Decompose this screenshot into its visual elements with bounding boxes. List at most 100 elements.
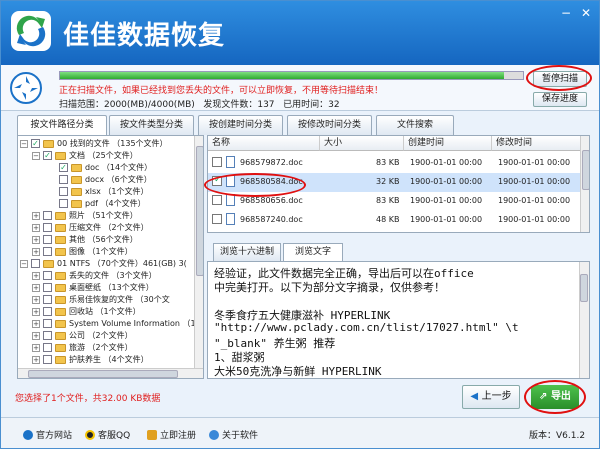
- tree-checkbox[interactable]: [43, 211, 52, 220]
- file-size: 48 KB: [376, 215, 400, 224]
- file-checkbox[interactable]: [212, 214, 222, 224]
- tab-by-path[interactable]: 按文件路径分类: [17, 115, 107, 136]
- scan-progress-fill: [60, 72, 505, 79]
- expand-icon[interactable]: +: [32, 296, 40, 304]
- tab-by-type[interactable]: 按文件类型分类: [109, 115, 194, 135]
- official-site-link[interactable]: 官方网站: [23, 428, 72, 441]
- tab-hex-preview[interactable]: 浏览十六进制: [213, 243, 281, 261]
- tree-checkbox[interactable]: [59, 175, 68, 184]
- filelist-scrollbar[interactable]: [580, 136, 589, 232]
- tree-node[interactable]: pdf （4个文件）: [18, 198, 196, 210]
- app-logo-icon: [11, 11, 51, 51]
- collapse-icon[interactable]: −: [20, 260, 28, 268]
- tree-checkbox[interactable]: [31, 259, 40, 268]
- column-modified[interactable]: 修改时间: [492, 136, 582, 151]
- tree-node[interactable]: + 桌面壁纸 （13个文件）: [18, 282, 196, 294]
- scroll-thumb[interactable]: [196, 146, 203, 276]
- tree-checkbox[interactable]: [43, 295, 52, 304]
- column-name[interactable]: 名称: [208, 136, 320, 151]
- tree-node[interactable]: + 公司 （2个文件）: [18, 330, 196, 342]
- expand-icon[interactable]: +: [32, 308, 40, 316]
- expand-icon[interactable]: +: [32, 212, 40, 220]
- tree-node[interactable]: − 01 NTFS （70个文件）461(GB) 3(: [18, 258, 196, 270]
- expand-icon[interactable]: +: [32, 236, 40, 244]
- tree-checkbox[interactable]: [43, 355, 52, 364]
- tree-node[interactable]: + 回收站 （1个文件）: [18, 306, 196, 318]
- export-highlight-ring: [524, 380, 586, 414]
- app-title: 佳佳数据恢复: [63, 21, 226, 51]
- hscroll-thumb[interactable]: [28, 370, 178, 378]
- expand-icon[interactable]: +: [32, 344, 40, 352]
- tree-node[interactable]: + 照片 （51个文件）: [18, 210, 196, 222]
- tree-node[interactable]: xlsx （1个文件）: [18, 186, 196, 198]
- file-row[interactable]: 968579872.doc 83 KB 1900-01-01 00:00 1900-0…: [208, 154, 580, 173]
- about-link[interactable]: 关于软件: [209, 428, 258, 441]
- tree-node[interactable]: − ✓ 文档 （25个文件）: [18, 150, 196, 162]
- expand-icon[interactable]: +: [32, 356, 40, 364]
- expand-icon[interactable]: +: [32, 224, 40, 232]
- tree-checkbox[interactable]: [43, 343, 52, 352]
- tree-checkbox[interactable]: ✓: [43, 151, 52, 160]
- tree-node[interactable]: + 护肤养生 （4个文件）: [18, 354, 196, 366]
- save-progress-button[interactable]: 保存进度: [533, 92, 587, 107]
- tree-checkbox[interactable]: [59, 187, 68, 196]
- tree-node[interactable]: + 其他 （56个文件）: [18, 234, 196, 246]
- collapse-icon[interactable]: −: [32, 152, 40, 160]
- tree-node[interactable]: ✓ doc （14个文件）: [18, 162, 196, 174]
- preview-line: 中完美打开。以下为部分文字摘录，仅供参考！: [214, 281, 445, 294]
- preview-text: 经验证，此文件数据完全正确，导出后可以在office 中完美打开。以下为部分文字摘…: [207, 261, 590, 379]
- tree-checkbox[interactable]: [43, 283, 52, 292]
- file-checkbox[interactable]: [212, 157, 222, 167]
- tree-checkbox[interactable]: [43, 271, 52, 280]
- version-info: 版本：V6.1.2: [529, 428, 585, 441]
- register-link[interactable]: 立即注册: [147, 428, 196, 441]
- tree-node[interactable]: + 乐易佳恢复的文件 （30个文: [18, 294, 196, 306]
- filelist-scroll-thumb[interactable]: [582, 150, 589, 190]
- tree-horizontal-scrollbar[interactable]: [18, 368, 203, 378]
- column-created[interactable]: 创建时间: [404, 136, 492, 151]
- tree-checkbox[interactable]: [43, 319, 52, 328]
- collapse-icon[interactable]: −: [20, 140, 28, 148]
- tree-node[interactable]: − ✓ 00 找到的文件 （135个文件）: [18, 138, 196, 150]
- tree-checkbox[interactable]: ✓: [59, 163, 68, 172]
- file-row[interactable]: 968587240.doc 48 KB 1900-01-01 00:00 1900-0…: [208, 211, 580, 230]
- column-size[interactable]: 大小: [320, 136, 404, 151]
- tree-checkbox[interactable]: [43, 331, 52, 340]
- file-size: 83 KB: [376, 196, 400, 205]
- expand-icon[interactable]: +: [32, 284, 40, 292]
- app-window: 佳佳数据恢复 − ✕ 正在扫描文件，如果已经找到您丢失的文件，可以立即恢复，不用…: [0, 0, 600, 449]
- tree-node[interactable]: docx （6个文件）: [18, 174, 196, 186]
- folder-tree-panel: − ✓ 00 找到的文件 （135个文件） − ✓ 文档 （25个文件） ✓ doc （14个…: [17, 135, 204, 379]
- tree-checkbox[interactable]: [43, 307, 52, 316]
- expand-icon[interactable]: +: [32, 320, 40, 328]
- tree-node[interactable]: + 图像 （1个文件）: [18, 246, 196, 258]
- file-created: 1900-01-01 00:00: [410, 215, 483, 224]
- tree-node[interactable]: + 旅游 （2个文件）: [18, 342, 196, 354]
- tree-node[interactable]: + 丢失的文件 （3个文件）: [18, 270, 196, 282]
- file-checkbox[interactable]: [212, 195, 222, 205]
- tree-checkbox[interactable]: [43, 223, 52, 232]
- tree-checkbox[interactable]: ✓: [31, 139, 40, 148]
- minimize-icon[interactable]: −: [557, 5, 575, 21]
- previous-step-button[interactable]: ◀ 上一步: [462, 385, 520, 409]
- version-label: 版本：: [529, 431, 557, 441]
- tree-checkbox[interactable]: [43, 247, 52, 256]
- tab-by-created[interactable]: 按创建时间分类: [198, 115, 283, 135]
- tree-node-label: 旅游 （2个文件）: [69, 343, 133, 352]
- expand-icon[interactable]: +: [32, 272, 40, 280]
- expand-icon[interactable]: +: [32, 248, 40, 256]
- tab-file-search[interactable]: 文件搜索: [376, 115, 454, 135]
- close-icon[interactable]: ✕: [577, 5, 595, 21]
- tab-by-modified[interactable]: 按修改时间分类: [287, 115, 372, 135]
- support-qq-link[interactable]: 客服QQ: [85, 428, 130, 441]
- preview-scroll-thumb[interactable]: [580, 274, 588, 302]
- tree-node-label: docx （6个文件）: [85, 175, 152, 184]
- tree-checkbox[interactable]: [43, 235, 52, 244]
- preview-scrollbar[interactable]: [579, 262, 589, 378]
- tree-node[interactable]: + 压缩文件 （2个文件）: [18, 222, 196, 234]
- tab-text-preview[interactable]: 浏览文字: [283, 243, 343, 261]
- tree-node[interactable]: + System Volume Information （1: [18, 318, 196, 330]
- tree-checkbox[interactable]: [59, 199, 68, 208]
- expand-icon[interactable]: +: [32, 332, 40, 340]
- tree-vertical-scrollbar[interactable]: [194, 136, 203, 368]
